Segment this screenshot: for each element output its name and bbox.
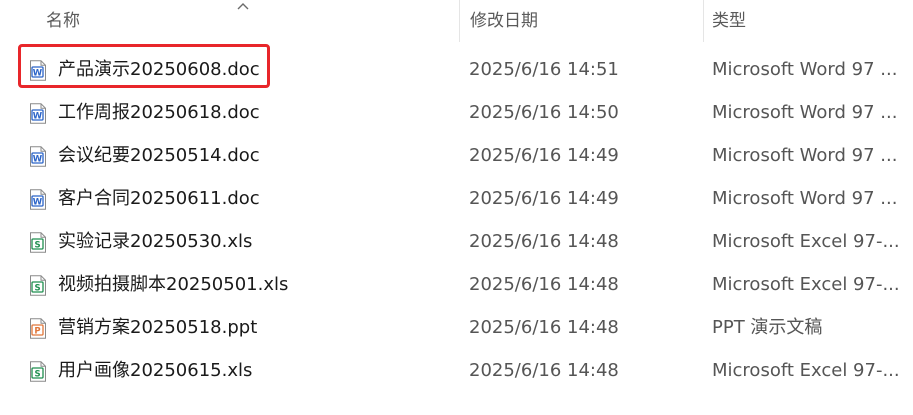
file-row[interactable]: W 工作周报20250618.doc 2025/6/16 14:50 Micro…: [0, 91, 913, 134]
file-row[interactable]: S 用户画像20250615.xls 2025/6/16 14:48 Micro…: [0, 349, 913, 392]
file-date: 2025/6/16 14:48: [469, 317, 619, 338]
word-doc-icon: W: [30, 146, 46, 167]
file-type: Microsoft Word 97 ...: [712, 102, 898, 123]
excel-sheet-icon: S: [30, 275, 46, 296]
file-type: PPT 演示文稿: [712, 317, 823, 338]
icon-letter: S: [34, 370, 40, 380]
file-date: 2025/6/16 14:50: [469, 102, 619, 123]
file-date: 2025/6/16 14:49: [469, 188, 619, 209]
file-date: 2025/6/16 14:48: [469, 274, 619, 295]
file-row[interactable]: W 会议纪要20250514.doc 2025/6/16 14:49 Micro…: [0, 134, 913, 177]
word-doc-icon: W: [30, 189, 46, 210]
column-divider[interactable]: [459, 0, 460, 42]
excel-sheet-icon: S: [30, 232, 46, 253]
file-date: 2025/6/16 14:48: [469, 231, 619, 252]
file-row[interactable]: P 营销方案20250518.ppt 2025/6/16 14:48 PPT 演…: [0, 306, 913, 349]
file-name: 工作周报20250618.doc: [58, 102, 260, 123]
file-name: 用户画像20250615.xls: [58, 360, 253, 381]
file-name: 视频拍摄脚本20250501.xls: [58, 274, 289, 295]
file-date: 2025/6/16 14:49: [469, 145, 619, 166]
file-date: 2025/6/16 14:51: [469, 59, 619, 80]
excel-sheet-icon: S: [30, 361, 46, 382]
icon-letter: P: [34, 327, 40, 337]
file-type: Microsoft Excel 97-...: [712, 360, 900, 381]
file-name: 营销方案20250518.ppt: [58, 317, 258, 338]
file-row[interactable]: W 客户合同20250611.doc 2025/6/16 14:49 Micro…: [0, 177, 913, 220]
sort-ascending-icon: [237, 3, 249, 10]
file-type: Microsoft Excel 97-...: [712, 274, 900, 295]
column-header-type[interactable]: 类型: [712, 0, 746, 42]
file-name: 会议纪要20250514.doc: [58, 145, 260, 166]
icon-letter: S: [34, 241, 40, 251]
file-name: 客户合同20250611.doc: [58, 188, 260, 209]
selection-highlight-box: [18, 44, 270, 88]
file-type: Microsoft Word 97 ...: [712, 59, 898, 80]
column-header-name[interactable]: 名称: [46, 0, 80, 42]
column-divider[interactable]: [703, 0, 704, 42]
file-row[interactable]: S 实验记录20250530.xls 2025/6/16 14:48 Micro…: [0, 220, 913, 263]
file-date: 2025/6/16 14:48: [469, 360, 619, 381]
file-row[interactable]: S 视频拍摄脚本20250501.xls 2025/6/16 14:48 Mic…: [0, 263, 913, 306]
icon-letter: S: [34, 284, 40, 294]
file-type: Microsoft Excel 97-...: [712, 231, 900, 252]
file-type: Microsoft Word 97 ...: [712, 145, 898, 166]
column-header-date[interactable]: 修改日期: [470, 0, 538, 42]
file-name: 实验记录20250530.xls: [58, 231, 253, 252]
column-header-bar: 名称 修改日期 类型: [0, 0, 913, 42]
word-doc-icon: W: [30, 103, 46, 124]
icon-letter: W: [33, 155, 43, 165]
icon-letter: W: [33, 198, 43, 208]
file-type: Microsoft Word 97 ...: [712, 188, 898, 209]
icon-letter: W: [33, 112, 43, 122]
ppt-slides-icon: P: [30, 318, 46, 339]
